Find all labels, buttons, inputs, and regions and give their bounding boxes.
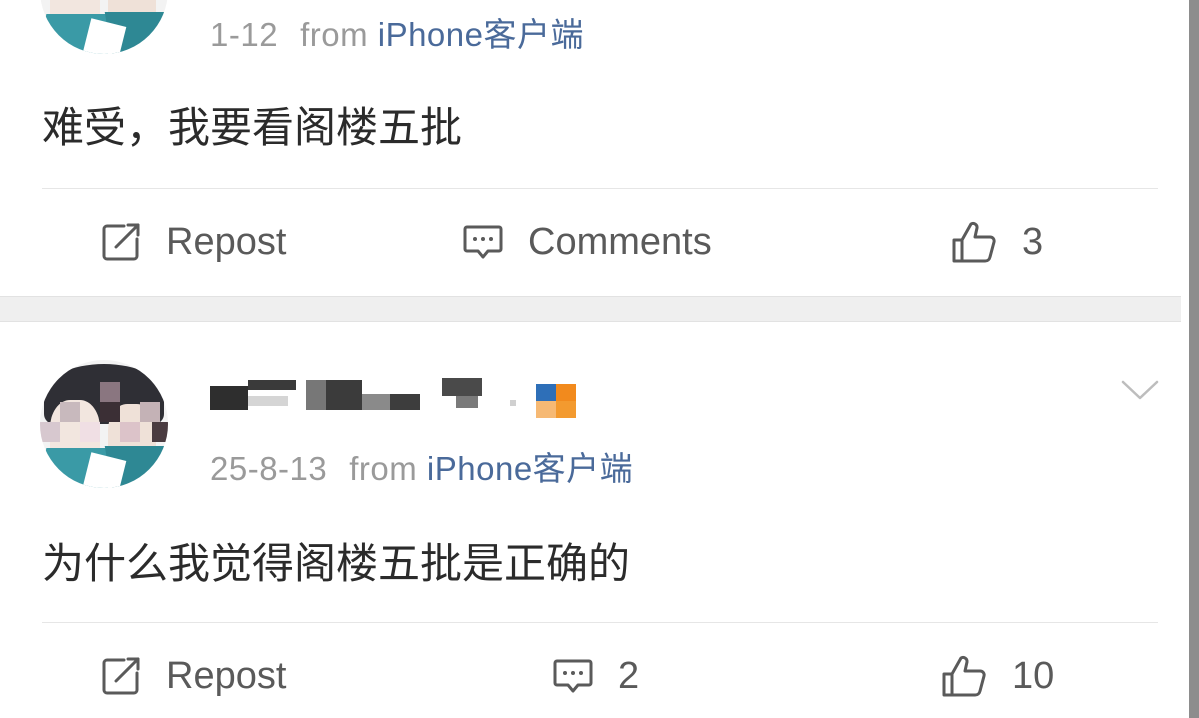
post-card: 25-8-13 from iPhone客户端 为什么我觉得阁楼五批是正确的 Rep…: [0, 322, 1181, 718]
post-date: 1-12: [210, 16, 279, 53]
post-card: 1-12 from iPhone客户端 难受，我要看阁楼五批 Repost Com…: [0, 0, 1181, 296]
post-source[interactable]: iPhone客户端: [378, 16, 584, 53]
vip-badge-icon: [536, 384, 576, 418]
post-meta: 1-12 from iPhone客户端: [210, 8, 584, 56]
repost-label: Repost: [166, 654, 287, 697]
from-label: from: [300, 16, 369, 53]
repost-button[interactable]: Repost: [100, 218, 286, 266]
feed-page: 1-12 from iPhone客户端 难受，我要看阁楼五批 Repost Com…: [0, 0, 1199, 718]
post-date: 25-8-13: [210, 450, 328, 487]
comment-icon: [553, 659, 593, 693]
avatar[interactable]: [40, 360, 168, 488]
comment-icon: [463, 225, 503, 259]
post-source[interactable]: iPhone客户端: [427, 450, 633, 487]
like-button[interactable]: 10: [940, 652, 1054, 700]
comments-count: 2: [618, 654, 640, 697]
repost-icon: [102, 223, 140, 261]
thumbs-up-icon: [952, 221, 996, 263]
post-content[interactable]: 为什么我觉得阁楼五批是正确的: [42, 530, 630, 591]
divider: [42, 622, 1158, 623]
repost-label: Repost: [166, 220, 287, 263]
thumbs-up-icon: [942, 655, 986, 697]
username-redacted[interactable]: [210, 378, 516, 418]
post-separator: [0, 296, 1181, 322]
comments-button[interactable]: Comments: [462, 218, 712, 266]
likes-count: 3: [1022, 220, 1044, 263]
comments-button[interactable]: 2: [552, 652, 639, 700]
like-button[interactable]: 3: [950, 218, 1043, 266]
chevron-down-icon[interactable]: [1120, 376, 1160, 404]
post-content[interactable]: 难受，我要看阁楼五批: [42, 94, 462, 155]
avatar[interactable]: [40, 0, 168, 54]
from-label: from: [349, 450, 418, 487]
repost-icon: [102, 657, 140, 695]
scrollbar[interactable]: [1189, 0, 1199, 718]
comments-label: Comments: [528, 220, 712, 263]
repost-button[interactable]: Repost: [100, 652, 286, 700]
post-meta: 25-8-13 from iPhone客户端: [210, 442, 633, 490]
divider: [42, 188, 1158, 189]
likes-count: 10: [1012, 654, 1055, 697]
